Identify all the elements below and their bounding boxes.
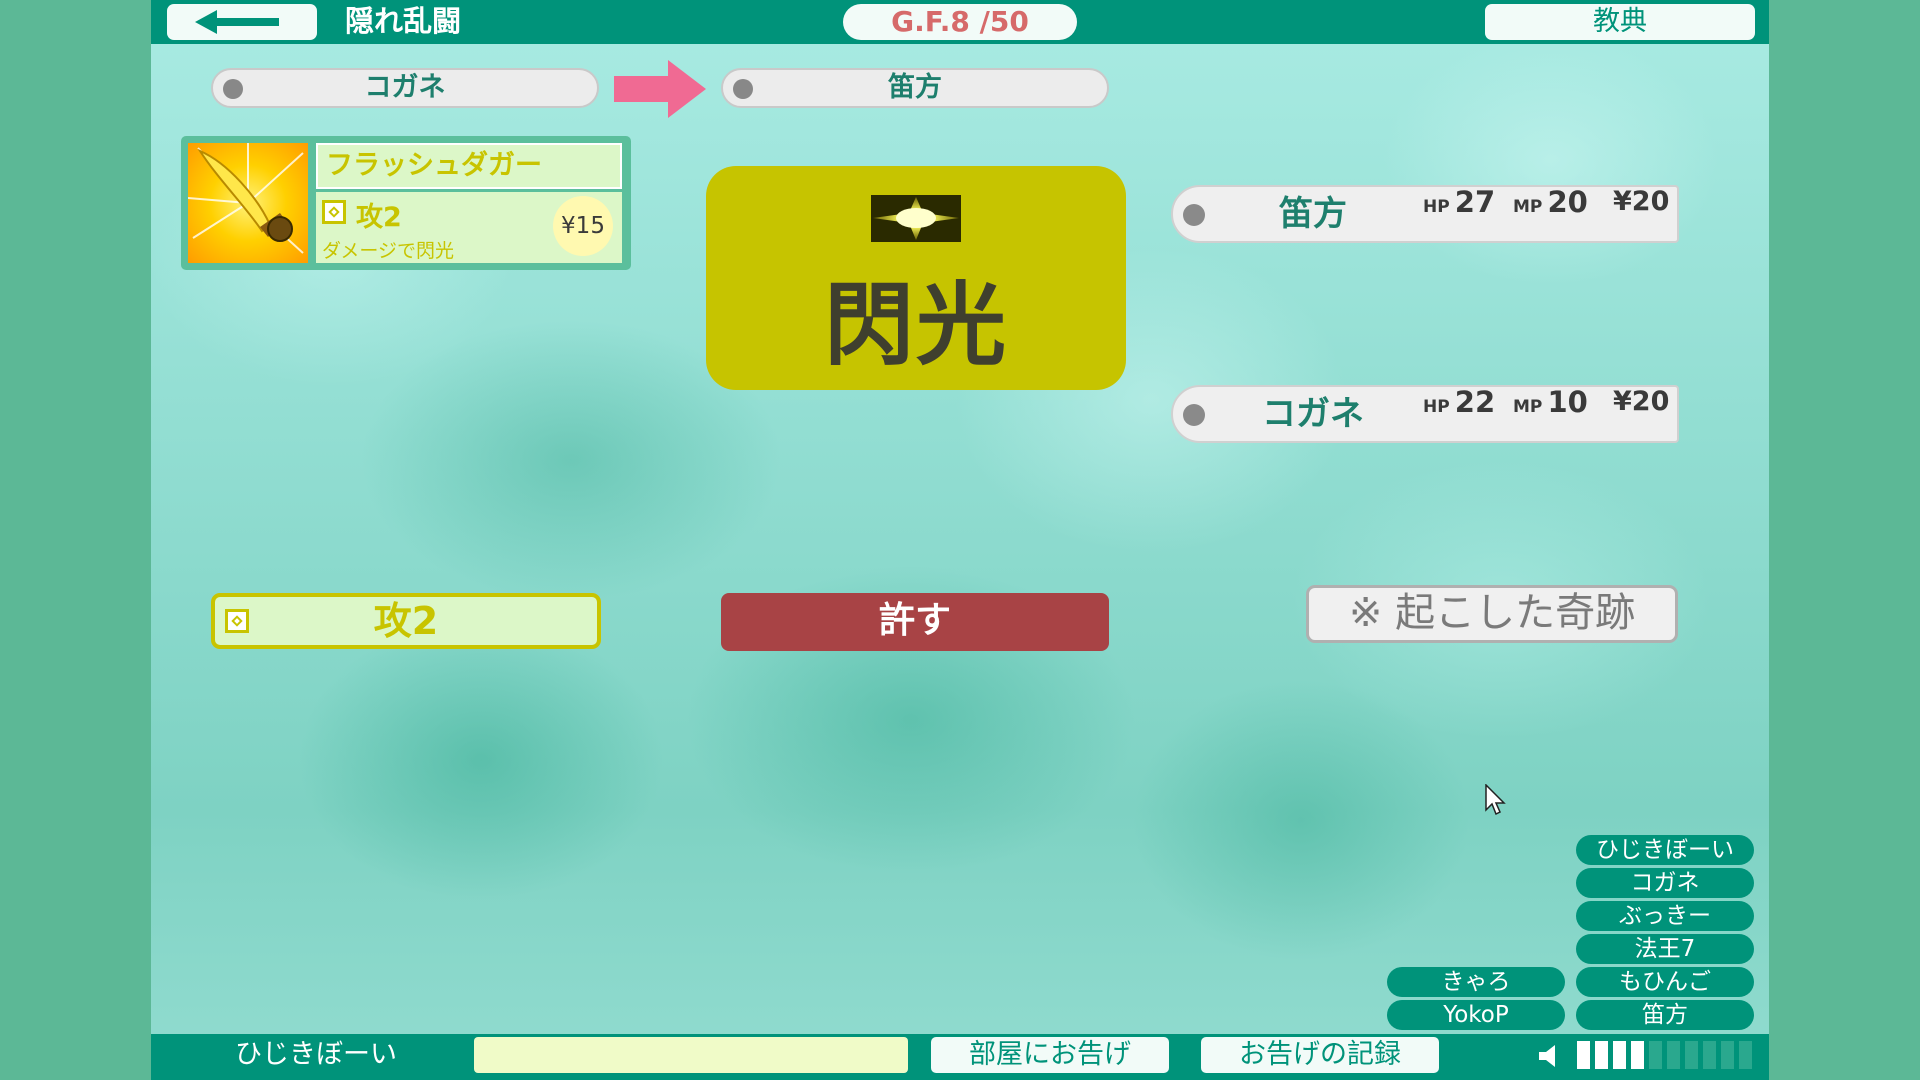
target-name: 笛方 <box>888 72 942 103</box>
volume-segment[interactable] <box>1667 1041 1680 1069</box>
bottom-bar: ひじきぼーい 部屋にお告げ お告げの記録 <box>151 1034 1769 1080</box>
self-player-name: ひじきぼーい <box>235 1039 397 1070</box>
volume-segment[interactable] <box>1739 1041 1752 1069</box>
member-item[interactable]: もひんご <box>1576 967 1754 997</box>
mouse-cursor-icon <box>1485 784 1506 816</box>
card-body: 攻2 ダメージで閃光 ¥15 <box>316 192 622 263</box>
gf-counter: G.F.8 /50 <box>843 4 1077 40</box>
played-card[interactable]: フラッシュダガー 攻2 ダメージで閃光 ¥15 <box>181 136 631 270</box>
status-name: コガネ <box>1262 394 1364 434</box>
hp-stat: HP 27 <box>1423 185 1496 219</box>
mp-stat: MP 10 <box>1513 385 1588 419</box>
card-description: ダメージで閃光 <box>322 240 455 262</box>
attacker-name: コガネ <box>364 72 446 103</box>
room-title: 隠れ乱闘 <box>345 4 462 38</box>
volume-segment[interactable] <box>1721 1041 1734 1069</box>
forgive-button[interactable]: 許す <box>721 593 1109 651</box>
card-name: フラッシュダガー <box>316 143 622 189</box>
miracle-button[interactable]: ※ 起こした奇跡 <box>1306 585 1678 643</box>
status-dot <box>1183 204 1205 226</box>
volume-segment[interactable] <box>1595 1041 1608 1069</box>
effect-word: 閃光 <box>824 273 1008 378</box>
hp-stat: HP 22 <box>1423 385 1496 419</box>
volume-segment[interactable] <box>1631 1041 1644 1069</box>
member-item[interactable]: ひじきぼーい <box>1576 835 1754 865</box>
mp-stat: MP 20 <box>1513 185 1588 219</box>
speaker-icon[interactable] <box>1537 1043 1563 1069</box>
volume-segment[interactable] <box>1703 1041 1716 1069</box>
member-item[interactable]: ぶっきー <box>1576 901 1754 931</box>
member-item[interactable]: コガネ <box>1576 868 1754 898</box>
member-item[interactable]: 笛方 <box>1576 1000 1754 1030</box>
top-bar: 隠れ乱闘 G.F.8 /50 教典 <box>151 0 1769 44</box>
status-name: 笛方 <box>1279 194 1347 234</box>
member-item[interactable]: YokoP <box>1387 1000 1565 1030</box>
attacker-pill: コガネ <box>211 68 599 108</box>
member-item[interactable]: きゃろ <box>1387 967 1565 997</box>
game-stage: 隠れ乱闘 G.F.8 /50 教典 コガネ 笛方 フラッシュダガー 攻2 ダメー… <box>151 0 1769 1080</box>
volume-segment[interactable] <box>1649 1041 1662 1069</box>
attack-arrow-icon <box>614 60 706 118</box>
status-pill-fuekata: 笛方 HP 27 MP 20 ¥20 <box>1171 185 1679 243</box>
back-arrow-icon <box>195 10 279 34</box>
flash-burst-icon <box>871 195 961 242</box>
target-pill: 笛方 <box>721 68 1109 108</box>
status-pill-kogane: コガネ HP 22 MP 10 ¥20 <box>1171 385 1679 443</box>
volume-segment[interactable] <box>1577 1041 1590 1069</box>
status-dot <box>1183 404 1205 426</box>
yen-stat: ¥20 <box>1613 186 1670 217</box>
attack-value-box: 攻2 <box>211 593 601 649</box>
announce-log-button[interactable]: お告げの記録 <box>1201 1037 1439 1073</box>
back-button[interactable] <box>167 4 317 40</box>
member-item[interactable]: 法王7 <box>1576 934 1754 964</box>
message-input[interactable] <box>474 1037 908 1073</box>
attack-diamond-icon <box>322 200 346 224</box>
effect-panel: 閃光 <box>706 166 1126 390</box>
yen-stat: ¥20 <box>1613 386 1670 417</box>
volume-segment[interactable] <box>1613 1041 1626 1069</box>
kyoten-button[interactable]: 教典 <box>1485 4 1755 40</box>
card-image <box>188 143 308 263</box>
card-attack: 攻2 <box>356 202 402 233</box>
dagger-icon <box>188 143 304 254</box>
announce-button[interactable]: 部屋にお告げ <box>931 1037 1169 1073</box>
attack-value: 攻2 <box>373 599 439 643</box>
card-price: ¥15 <box>553 196 613 256</box>
volume-segment[interactable] <box>1685 1041 1698 1069</box>
